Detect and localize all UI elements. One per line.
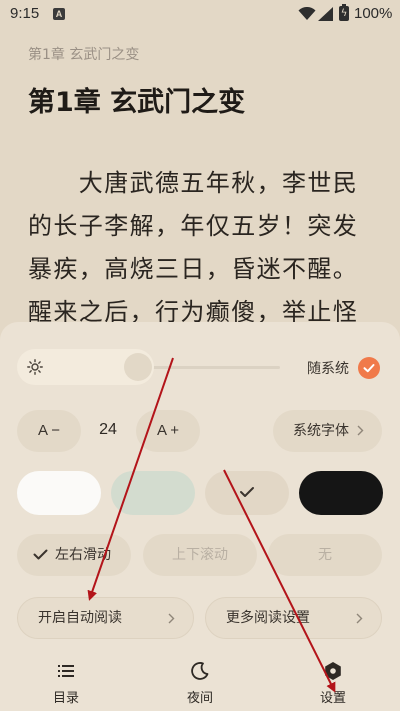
follow-system-label: 随系统 [307, 361, 349, 377]
brightness-slider[interactable] [17, 349, 280, 385]
battery-icon: ϟ [339, 4, 349, 21]
scroll-mode-label: 左右滑动 [55, 547, 111, 563]
more-settings-label: 更多阅读设置 [226, 610, 310, 626]
scroll-mode-horizontal[interactable]: 左右滑动 [17, 534, 131, 576]
chevron-right-icon [357, 425, 364, 436]
body-line: 暴疾，高烧三日，昏迷不醒。 [28, 255, 359, 283]
tab-night[interactable]: 夜间 [160, 659, 240, 709]
auto-read-button[interactable]: 开启自动阅读 [17, 597, 194, 639]
theme-beige-swatch[interactable] [205, 471, 289, 515]
moon-icon [191, 662, 209, 680]
chevron-right-icon [168, 613, 175, 624]
font-size-value: 24 [99, 421, 117, 438]
theme-white-swatch[interactable] [17, 471, 101, 515]
check-icon [363, 364, 375, 373]
brightness-thumb[interactable] [124, 353, 152, 381]
font-face-label: 系统字体 [293, 423, 349, 439]
body-line: 的长子李解，年仅五岁！突发 [28, 212, 359, 240]
wifi-icon [298, 7, 316, 20]
check-icon [33, 549, 48, 560]
font-decrease-button[interactable]: A − [17, 410, 81, 452]
chevron-right-icon [356, 613, 363, 624]
follow-system-checkbox[interactable] [358, 357, 380, 379]
tab-toc[interactable]: 目录 [26, 659, 106, 709]
theme-green-swatch[interactable] [111, 471, 195, 515]
more-settings-button[interactable]: 更多阅读设置 [205, 597, 382, 639]
list-icon [58, 665, 74, 677]
status-bar: 9:15 A ϟ 100% [0, 0, 400, 28]
check-icon [240, 487, 254, 497]
chapter-title: 第1章 玄武门之变 [28, 87, 246, 118]
scroll-mode-vertical[interactable]: 上下滚动 [143, 534, 257, 576]
signal-icon [318, 7, 333, 21]
font-increase-button[interactable]: A + [136, 410, 200, 452]
theme-black-swatch[interactable] [299, 471, 383, 515]
auto-read-label: 开启自动阅读 [38, 610, 122, 626]
font-face-button[interactable]: 系统字体 [273, 410, 382, 452]
notification-icon: A [53, 8, 65, 20]
running-header: 第1章 玄武门之变 [28, 47, 140, 63]
body-line: 大唐武德五年秋，李世民 [28, 169, 359, 197]
tab-label: 夜间 [186, 691, 213, 706]
gear-icon [325, 662, 341, 680]
tab-label: 设置 [319, 691, 346, 706]
tab-label: 目录 [52, 691, 79, 706]
status-time: 9:15 [10, 5, 40, 22]
tab-settings[interactable]: 设置 [293, 659, 373, 709]
battery-percent: 100% [354, 5, 393, 22]
sun-icon [27, 359, 43, 375]
chapter-body: 大唐武德五年秋，李世民 的长子李解，年仅五岁！突发 暴疾，高烧三日，昏迷不醒。 … [28, 162, 380, 334]
scroll-mode-none[interactable]: 无 [268, 534, 382, 576]
